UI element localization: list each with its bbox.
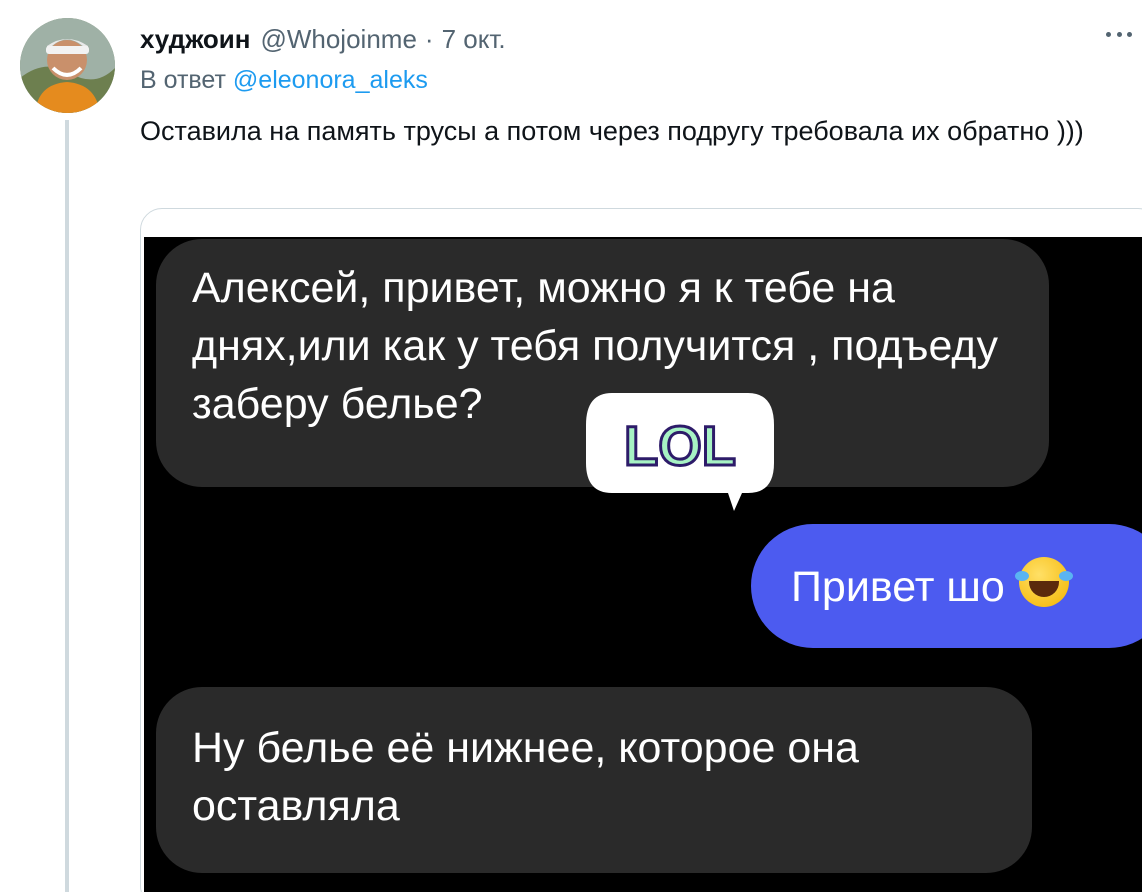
lol-sticker: LOL [582,385,778,517]
tweet-text: Оставила на память трусы а потом через п… [140,116,1084,146]
author-name[interactable]: худжоин [140,24,250,55]
thread-line [65,120,69,892]
separator-dot: · [424,23,434,54]
chat-screenshot: Алексей, привет, можно я к тебе на днях,… [144,237,1142,892]
chat-message-incoming: Ну белье её нижнее, которое она оставлял… [156,687,1032,873]
chat-message-outgoing: Привет шо [751,524,1142,648]
author-handle[interactable]: @Whojoinme [260,24,416,55]
reply-prefix: В ответ [140,66,226,94]
chat-message-outgoing-text: Привет шо [791,563,1005,611]
lol-sticker-text: LOL [624,414,736,477]
reply-mention-link[interactable]: @eleonora_aleks [233,66,428,94]
avatar[interactable] [20,18,115,113]
lol-sticker-graphic: LOL [586,393,774,511]
more-horizontal-icon[interactable] [1106,26,1132,42]
avatar-photo [20,18,115,113]
tweet-media[interactable]: Алексей, привет, можно я к тебе на днях,… [140,208,1142,892]
tweet-date[interactable]: 7 окт. [442,24,506,55]
reply-to-line: В ответ @eleonora_aleks [140,66,428,95]
face-with-tears-of-joy-icon [1014,557,1069,607]
tweet-header: худжоин @Whojoinme · 7 окт. [140,22,506,56]
